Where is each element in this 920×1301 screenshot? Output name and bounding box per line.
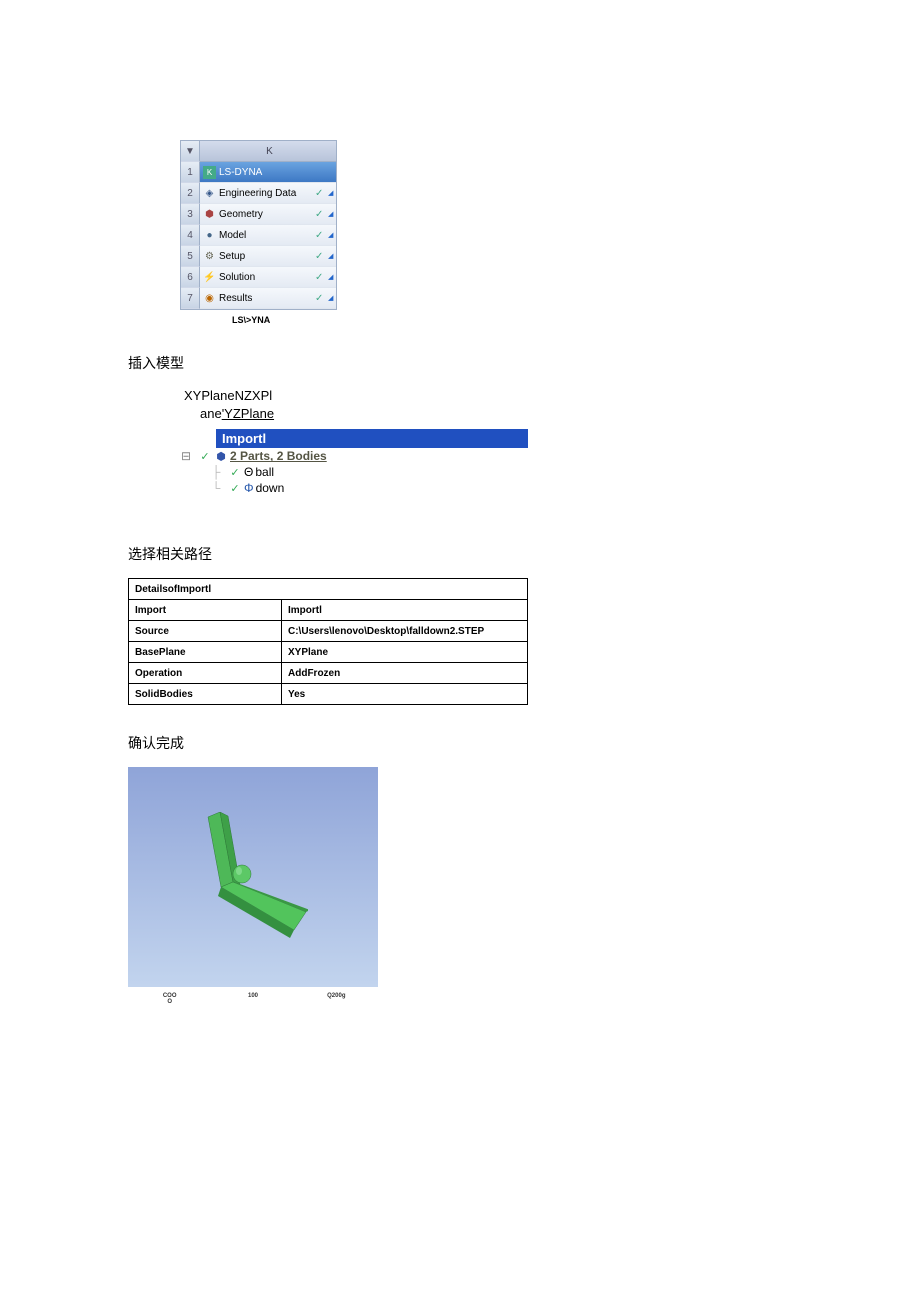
expand-icon: ◢ <box>328 267 336 288</box>
results-icon: ◉ <box>203 292 216 305</box>
row-num: 6 <box>181 267 200 288</box>
scale-bar: COOO 100 Q200g <box>128 993 378 1005</box>
system-row[interactable]: 4 ●Model✓◢ <box>181 225 336 246</box>
check-icon: ✓ <box>228 465 242 479</box>
row-num: 3 <box>181 204 200 225</box>
row-num: 4 <box>181 225 200 246</box>
row-label: LS-DYNA <box>219 162 262 183</box>
check-icon: ✓ <box>315 183 325 204</box>
row-label: Engineering Data <box>219 183 312 204</box>
expand-icon: ◢ <box>328 288 336 309</box>
geometry-model <box>198 812 308 942</box>
geometry-viewport[interactable] <box>128 767 378 987</box>
dropdown-cell[interactable]: ▼ <box>181 141 200 162</box>
data-icon: ◈ <box>203 187 216 200</box>
parts-bodies-link[interactable]: 2 Parts, 2 Bodies <box>230 449 327 463</box>
heading-select-path: 选择相关路径 <box>128 544 920 564</box>
table-row: BasePlaneXYPlane <box>129 642 528 663</box>
system-row[interactable]: 5 ⚙Setup✓◢ <box>181 246 336 267</box>
check-icon: ✓ <box>315 225 325 246</box>
scale-c: Q200g <box>295 993 378 1005</box>
model-icon: ● <box>203 229 216 242</box>
detail-key: SolidBodies <box>129 684 282 705</box>
details-table: DetailsofImportl ImportImportl SourceC:\… <box>128 578 528 705</box>
detail-value[interactable]: C:\Users\lenovo\Desktop\falldown2.STEP <box>282 621 528 642</box>
theta-icon: Θ <box>244 465 253 479</box>
tree-expand-icon[interactable]: ⊟ <box>176 449 196 463</box>
detail-value[interactable]: AddFrozen <box>282 663 528 684</box>
scale-b: 100 <box>211 993 294 1005</box>
detail-value[interactable]: Importl <box>282 600 528 621</box>
row-label: Setup <box>219 246 312 267</box>
detail-key: Source <box>129 621 282 642</box>
detail-value[interactable]: XYPlane <box>282 642 528 663</box>
lsdyna-icon: K <box>203 166 216 179</box>
table-row: ImportImportl <box>129 600 528 621</box>
row-label: Geometry <box>219 204 312 225</box>
row-label: Results <box>219 288 312 309</box>
system-row[interactable]: 6 ⚡Solution✓◢ <box>181 267 336 288</box>
heading-confirm: 确认完成 <box>128 733 920 753</box>
check-icon: ✓ <box>315 246 325 267</box>
table-row: SolidBodiesYes <box>129 684 528 705</box>
setup-icon: ⚙ <box>203 250 216 263</box>
tree-item-down[interactable]: down <box>256 481 285 495</box>
system-row[interactable]: 7 ◉Results✓◢ <box>181 288 336 309</box>
plane-text-line1: XYPlaneNZXPl <box>184 387 920 405</box>
expand-icon: ◢ <box>328 183 336 204</box>
tree-branch-icon: ├ <box>206 465 226 479</box>
check-icon: ✓ <box>315 204 325 225</box>
table-row: OperationAddFrozen <box>129 663 528 684</box>
tree-branch-icon: └ <box>206 481 226 495</box>
expand-icon: ◢ <box>328 246 336 267</box>
system-row[interactable]: 3 ⬢Geometry✓◢ <box>181 204 336 225</box>
header-letter: K <box>200 141 336 162</box>
check-icon: ✓ <box>315 267 325 288</box>
system-row[interactable]: 1 KLS-DYNA <box>181 162 336 183</box>
plane-text-line2: ane <box>200 406 222 421</box>
table-row: SourceC:\Users\lenovo\Desktop\falldown2.… <box>129 621 528 642</box>
check-icon: ✓ <box>228 481 242 495</box>
detail-value[interactable]: Yes <box>282 684 528 705</box>
tree-item-ball[interactable]: ball <box>255 465 274 479</box>
phi-icon: Φ <box>244 481 254 495</box>
row-num: 7 <box>181 288 200 309</box>
system-table: ▼ K 1 KLS-DYNA 2 ◈Engineering Data✓◢ 3 ⬢… <box>180 140 337 310</box>
row-num: 1 <box>181 162 200 183</box>
expand-icon: ◢ <box>328 204 336 225</box>
row-label: Solution <box>219 267 312 288</box>
detail-key: Operation <box>129 663 282 684</box>
system-row[interactable]: 2 ◈Engineering Data✓◢ <box>181 183 336 204</box>
heading-insert-model: 插入模型 <box>128 353 920 373</box>
check-icon: ✓ <box>315 288 325 309</box>
expand-icon: ◢ <box>328 225 336 246</box>
row-num: 5 <box>181 246 200 267</box>
scale-a2: O <box>167 999 172 1005</box>
system-caption: LS\>YNA <box>232 315 920 325</box>
detail-key: BasePlane <box>129 642 282 663</box>
yzplane-link[interactable]: 'YZPlane <box>222 406 274 421</box>
row-num: 2 <box>181 183 200 204</box>
solution-icon: ⚡ <box>203 271 216 284</box>
details-title: DetailsofImportl <box>129 579 528 600</box>
geometry-icon: ⬢ <box>203 208 216 221</box>
check-icon: ✓ <box>198 449 212 463</box>
geometry-tree: Importl ⊟ ✓ ⬢ 2 Parts, 2 Bodies ├ ✓ Θ ba… <box>176 429 531 496</box>
parts-icon: ⬢ <box>214 449 228 463</box>
import-node-selected[interactable]: Importl <box>216 429 528 448</box>
detail-key: Import <box>129 600 282 621</box>
row-label: Model <box>219 225 312 246</box>
